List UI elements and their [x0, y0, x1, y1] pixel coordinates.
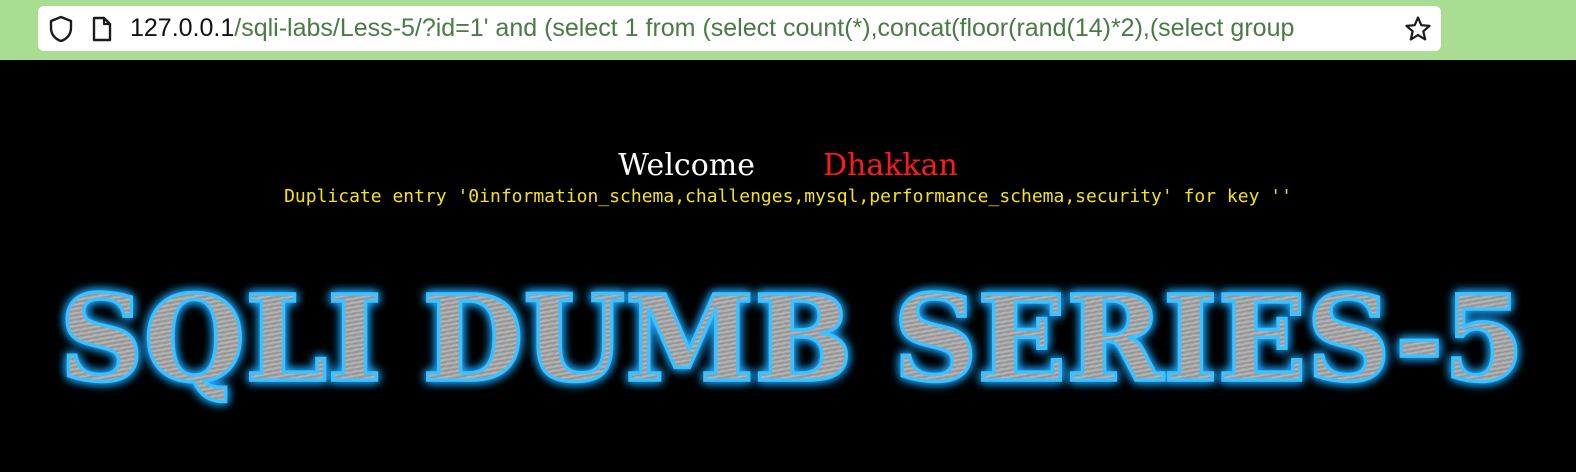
- page-icon[interactable]: [89, 6, 115, 51]
- browser-toolbar: 127.0.0.1/sqli-labs/Less-5/?id=1' and (s…: [0, 0, 1576, 60]
- url-host: 127.0.0.1: [130, 14, 235, 42]
- welcome-text: Welcome: [618, 148, 755, 183]
- error-message: Duplicate entry '0information_schema,cha…: [284, 186, 1292, 207]
- url-path: /sqli-labs/Less-5/?id=1' and (select 1 f…: [234, 14, 1295, 42]
- welcome-line: Welcome Dhakkan: [0, 146, 1576, 186]
- address-bar[interactable]: 127.0.0.1/sqli-labs/Less-5/?id=1' and (s…: [38, 6, 1441, 51]
- user-name: Dhakkan: [822, 148, 958, 183]
- banner-image: SQLI DUMB SERIES-5: [45, 267, 1540, 418]
- url-text[interactable]: 127.0.0.1/sqli-labs/Less-5/?id=1' and (s…: [130, 6, 1393, 51]
- star-icon[interactable]: [1403, 6, 1433, 51]
- shield-icon[interactable]: [47, 6, 75, 51]
- banner-title: SQLI DUMB SERIES-5: [60, 269, 1525, 408]
